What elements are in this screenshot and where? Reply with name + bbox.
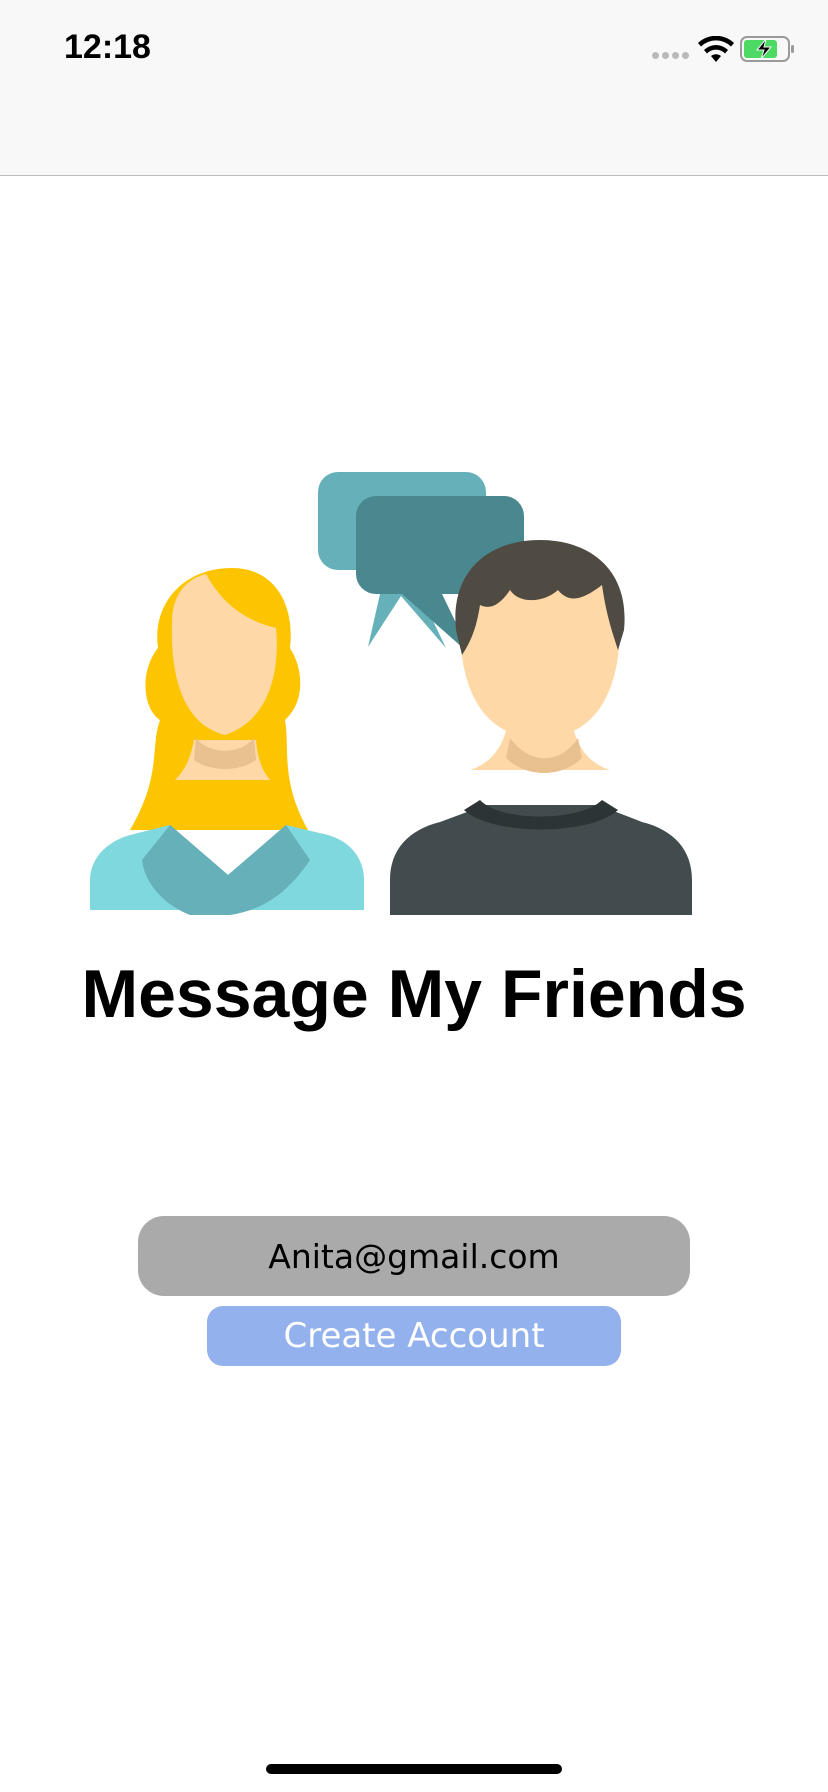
status-time: 12:18 <box>64 28 151 66</box>
signal-dots-icon <box>652 52 689 59</box>
wifi-icon <box>698 36 734 62</box>
page-title: Message My Friends <box>81 956 747 1032</box>
home-indicator <box>266 1764 562 1774</box>
create-account-button[interactable]: Create Account <box>207 1306 621 1366</box>
email-field[interactable] <box>138 1216 690 1296</box>
status-bar: 12:18 <box>0 0 828 176</box>
friends-chatting-illustration <box>90 472 692 915</box>
female-avatar-icon <box>90 568 364 915</box>
battery-charging-icon <box>740 36 794 62</box>
